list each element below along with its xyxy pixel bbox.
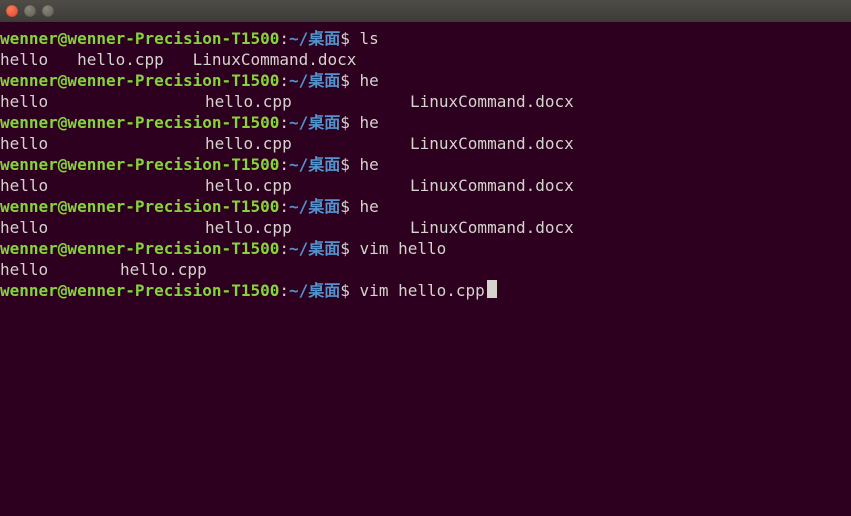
prompt-user-host: wenner@wenner-Precision-T1500 xyxy=(0,197,279,216)
minimize-icon[interactable] xyxy=(24,5,36,17)
prompt-sigil: $ xyxy=(340,29,359,48)
prompt-separator: : xyxy=(279,281,289,300)
completion-item: hello.cpp xyxy=(205,133,410,154)
completion-item: hello xyxy=(0,133,205,154)
prompt-user-host: wenner@wenner-Precision-T1500 xyxy=(0,71,279,90)
completion-output: hellohello.cppLinuxCommand.docx xyxy=(0,217,851,238)
prompt-separator: : xyxy=(279,71,289,90)
past-command: ls xyxy=(360,29,379,48)
close-icon[interactable] xyxy=(6,5,18,17)
prompt-line: wenner@wenner-Precision-T1500:~/桌面$ he xyxy=(0,112,851,133)
prompt-user-host: wenner@wenner-Precision-T1500 xyxy=(0,155,279,174)
past-command: he xyxy=(360,197,379,216)
prompt-user-host: wenner@wenner-Precision-T1500 xyxy=(0,113,279,132)
prompt-line: wenner@wenner-Precision-T1500:~/桌面$ vim … xyxy=(0,238,851,259)
completion-item: LinuxCommand.docx xyxy=(410,91,851,112)
prompt-sigil: $ xyxy=(340,113,359,132)
prompt-user-host: wenner@wenner-Precision-T1500 xyxy=(0,29,279,48)
completion-item: hello.cpp xyxy=(120,259,851,280)
prompt-separator: : xyxy=(279,239,289,258)
completion-item: LinuxCommand.docx xyxy=(410,133,851,154)
prompt-path: ~/桌面 xyxy=(289,113,340,132)
completion-item: LinuxCommand.docx xyxy=(410,175,851,196)
completion-item: hello xyxy=(0,217,205,238)
prompt-separator: : xyxy=(279,29,289,48)
prompt-line: wenner@wenner-Precision-T1500:~/桌面$ vim … xyxy=(0,280,851,301)
past-command: he xyxy=(360,71,379,90)
prompt-line: wenner@wenner-Precision-T1500:~/桌面$ he xyxy=(0,196,851,217)
zoom-icon[interactable] xyxy=(42,5,54,17)
completion-item: LinuxCommand.docx xyxy=(410,217,851,238)
prompt-sigil: $ xyxy=(340,239,359,258)
prompt-separator: : xyxy=(279,155,289,174)
completion-item: hello.cpp xyxy=(205,217,410,238)
prompt-path: ~/桌面 xyxy=(289,239,340,258)
prompt-line: wenner@wenner-Precision-T1500:~/桌面$ he xyxy=(0,70,851,91)
completion-item: hello xyxy=(0,259,120,280)
prompt-path: ~/桌面 xyxy=(289,197,340,216)
completion-output: hellohello.cppLinuxCommand.docx xyxy=(0,133,851,154)
prompt-path: ~/桌面 xyxy=(289,281,340,300)
prompt-sigil: $ xyxy=(340,281,359,300)
prompt-separator: : xyxy=(279,113,289,132)
prompt-user-host: wenner@wenner-Precision-T1500 xyxy=(0,239,279,258)
past-command: vim hello xyxy=(360,239,447,258)
prompt-line: wenner@wenner-Precision-T1500:~/桌面$ he xyxy=(0,154,851,175)
prompt-sigil: $ xyxy=(340,197,359,216)
cursor xyxy=(487,280,497,298)
prompt-path: ~/桌面 xyxy=(289,29,340,48)
past-command: he xyxy=(360,155,379,174)
prompt-sigil: $ xyxy=(340,155,359,174)
completion-output: hellohello.cppLinuxCommand.docx xyxy=(0,175,851,196)
prompt-path: ~/桌面 xyxy=(289,155,340,174)
current-command[interactable]: vim hello.cpp xyxy=(360,281,485,300)
ls-output: hello hello.cpp LinuxCommand.docx xyxy=(0,49,851,70)
prompt-separator: : xyxy=(279,197,289,216)
window-titlebar xyxy=(0,0,851,22)
past-command: he xyxy=(360,113,379,132)
completion-item: hello.cpp xyxy=(205,175,410,196)
prompt-user-host: wenner@wenner-Precision-T1500 xyxy=(0,281,279,300)
prompt-line: wenner@wenner-Precision-T1500:~/桌面$ ls xyxy=(0,28,851,49)
completion-output: hellohello.cpp xyxy=(0,259,851,280)
terminal[interactable]: wenner@wenner-Precision-T1500:~/桌面$ lshe… xyxy=(0,22,851,516)
completion-item: hello xyxy=(0,175,205,196)
completion-item: hello xyxy=(0,91,205,112)
prompt-sigil: $ xyxy=(340,71,359,90)
completion-item: hello.cpp xyxy=(205,91,410,112)
prompt-path: ~/桌面 xyxy=(289,71,340,90)
completion-output: hellohello.cppLinuxCommand.docx xyxy=(0,91,851,112)
